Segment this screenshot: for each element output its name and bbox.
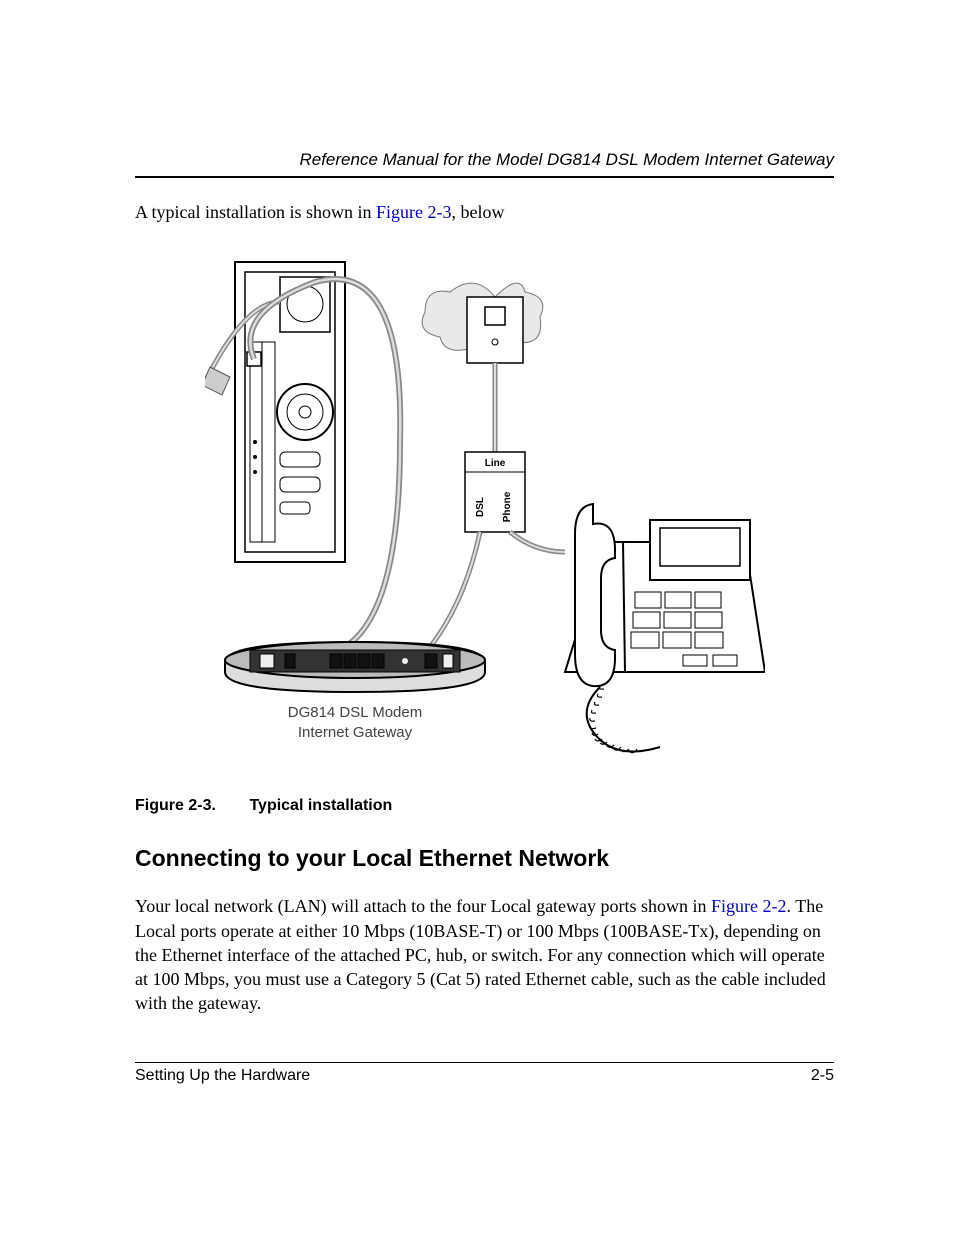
footer-rule [135,1062,834,1063]
modem-label-line1: DG814 DSL Modem [287,704,422,721]
splitter-icon: Line DSL Phone [465,452,525,532]
intro-paragraph: A typical installation is shown in Figur… [135,200,834,224]
splitter-dsl-label: DSL [475,497,486,517]
footer-section-name: Setting Up the Hardware [135,1067,310,1085]
running-header: Reference Manual for the Model DG814 DSL… [135,150,834,170]
header-rule [135,176,834,178]
intro-text-after: , below [452,202,505,222]
page: Reference Manual for the Model DG814 DSL… [0,0,954,1235]
section-paragraph: Your local network (LAN) will attach to … [135,894,834,1015]
telephone-icon [565,504,765,753]
figure-2-3: Line DSL Phone [135,242,834,777]
wall-jack-icon [422,283,543,363]
computer-icon [205,262,345,562]
figure-caption: Figure 2-3. Typical installation [135,797,834,815]
splitter-line-label: Line [484,458,505,469]
installation-diagram-icon: Line DSL Phone [205,242,765,772]
splitter-phone-label: Phone [502,492,513,523]
figure-caption-number: Figure 2-3. [135,797,245,815]
intro-text-before: A typical installation is shown in [135,202,376,222]
footer-page-number: 2-5 [811,1067,834,1085]
figure-2-2-link[interactable]: Figure 2-2 [711,896,787,916]
modem-label-line2: Internet Gateway [297,724,412,741]
page-footer: Setting Up the Hardware 2-5 [135,1062,834,1085]
section-heading: Connecting to your Local Ethernet Networ… [135,845,834,872]
modem-icon [225,642,485,692]
figure-caption-title: Typical installation [249,797,392,814]
para-before-link: Your local network (LAN) will attach to … [135,896,711,916]
figure-2-3-link[interactable]: Figure 2-3 [376,202,452,222]
